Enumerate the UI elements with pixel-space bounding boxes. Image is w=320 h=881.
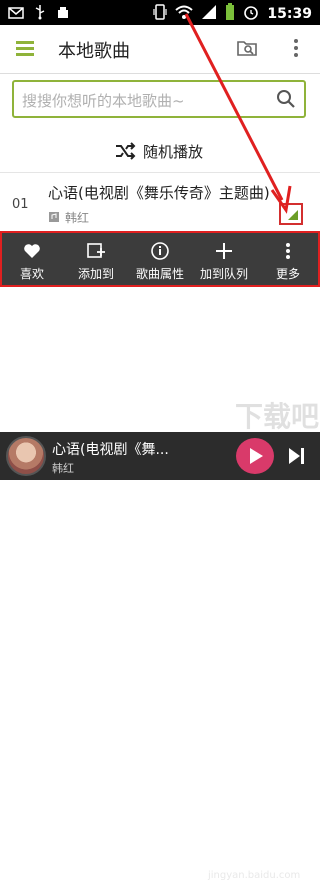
add-to-queue-label: 加到队列	[199, 267, 248, 281]
album-cover[interactable]	[6, 436, 46, 476]
add-to-button[interactable]: 添加到	[70, 231, 122, 287]
now-playing-title: 心语(电视剧《舞...	[52, 442, 169, 458]
song-number: 01	[12, 197, 29, 212]
add-to-queue-button[interactable]: 加到队列	[196, 231, 252, 287]
next-track-icon[interactable]	[286, 444, 306, 468]
more-icon	[278, 241, 298, 261]
app-bar: 本地歌曲	[0, 25, 320, 74]
add-to-icon	[86, 241, 106, 261]
notification-icon	[56, 5, 70, 24]
mail-icon	[8, 5, 24, 24]
song-info-button[interactable]: 歌曲属性	[132, 231, 188, 287]
shuffle-icon	[114, 141, 136, 161]
search-placeholder: 搜搜你想听的本地歌曲~	[22, 92, 185, 110]
more-button[interactable]: 更多	[268, 231, 308, 287]
watermark-logo: 下载吧	[235, 400, 320, 433]
local-file-icon	[48, 208, 60, 227]
like-button[interactable]: 喜欢	[8, 231, 56, 287]
wifi-icon	[175, 4, 194, 24]
song-subline: 韩红	[48, 208, 89, 227]
song-artist: 韩红	[65, 211, 90, 225]
status-bar: 15:39	[0, 0, 320, 25]
locate-song-icon[interactable]	[236, 37, 258, 59]
status-time: 15:39	[267, 6, 312, 22]
shuffle-play-button[interactable]: 随机播放	[0, 135, 320, 169]
plus-icon	[214, 241, 234, 261]
shuffle-label: 随机播放	[143, 143, 204, 161]
heart-icon	[22, 241, 42, 261]
status-right-icons: 15:39	[153, 3, 312, 25]
song-row[interactable]: 01 心语(电视剧《舞乐传奇》主题曲) 韩红	[0, 173, 320, 231]
search-box[interactable]: 搜搜你想听的本地歌曲~	[12, 80, 306, 118]
battery-icon	[225, 3, 235, 25]
play-button[interactable]	[236, 438, 274, 474]
alarm-icon	[243, 4, 259, 24]
search-icon[interactable]	[276, 89, 296, 109]
song-title: 心语(电视剧《舞乐传奇》主题曲)	[48, 184, 270, 202]
like-label: 喜欢	[19, 267, 44, 281]
add-to-label: 添加到	[77, 267, 114, 281]
info-icon	[150, 241, 170, 261]
signal-icon	[201, 4, 217, 24]
page-title: 本地歌曲	[58, 41, 130, 62]
expand-menu-icon[interactable]	[279, 203, 303, 225]
watermark-text: jingyan.baidu.com	[208, 870, 301, 881]
usb-icon	[34, 4, 46, 24]
more-label: 更多	[275, 267, 300, 281]
mini-player[interactable]: 心语(电视剧《舞... 韩红 jingyan.baidu.com	[0, 432, 320, 881]
overflow-menu-icon[interactable]	[288, 37, 304, 59]
vibrate-icon	[153, 3, 168, 25]
menu-icon[interactable]	[14, 37, 36, 59]
now-playing-artist: 韩红	[52, 462, 74, 475]
status-left-icons	[8, 4, 70, 24]
song-info-label: 歌曲属性	[135, 267, 184, 281]
song-action-bar: 喜欢 添加到 歌曲属性 加到队列 更多	[0, 231, 320, 287]
